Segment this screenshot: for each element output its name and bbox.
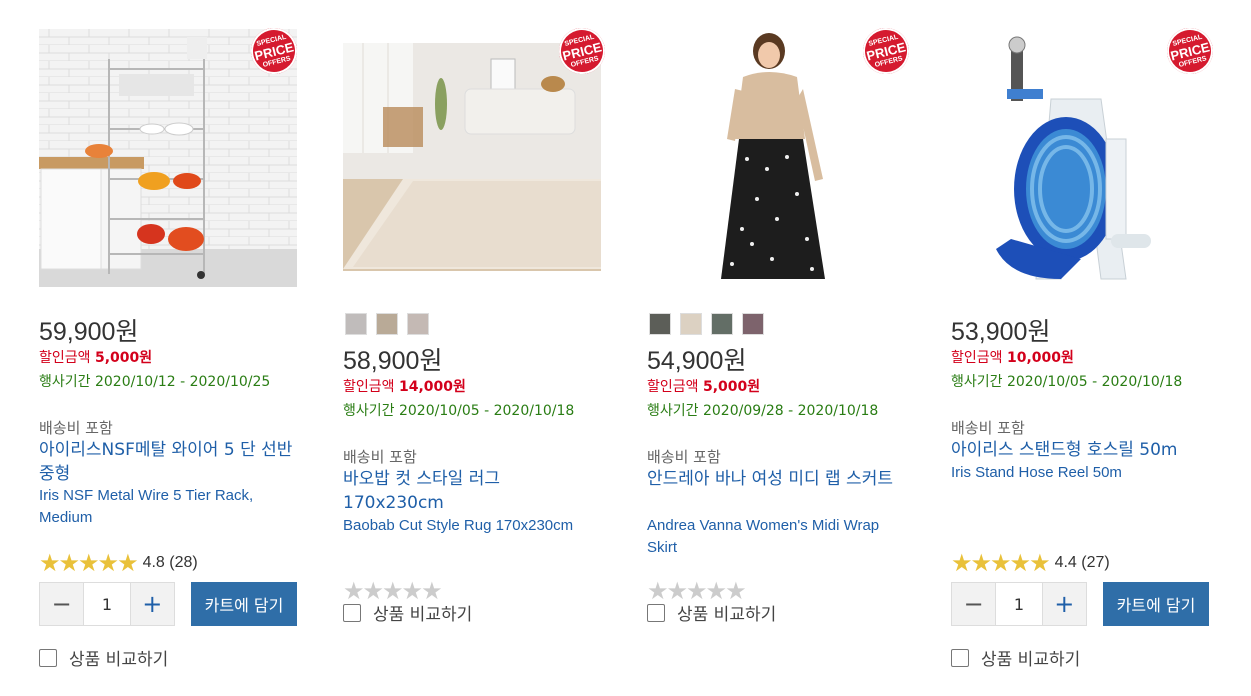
increase-quantity-button[interactable]: + bbox=[1042, 583, 1086, 625]
discount-amount: 할인금액 5,000원 bbox=[647, 376, 760, 396]
discount-label: 할인금액 bbox=[39, 350, 91, 366]
color-swatch[interactable] bbox=[345, 313, 367, 335]
quantity-stepper: − 1 + bbox=[39, 582, 175, 626]
star-rating-icon: ★★★★★ bbox=[39, 549, 139, 577]
product-price: 58,900원 bbox=[343, 347, 443, 375]
product-price: 59,900원 bbox=[39, 318, 139, 346]
product-name-english-link[interactable]: Baobab Cut Style Rug 170x230cm bbox=[343, 515, 598, 537]
product-name-korean-link[interactable]: 바오밥 컷 스타일 러그 170x230cm bbox=[343, 467, 543, 515]
compare-product[interactable]: 상품 비교하기 bbox=[647, 600, 776, 625]
product-image-hose-reel[interactable] bbox=[951, 29, 1209, 287]
compare-label: 상품 비교하기 bbox=[373, 605, 473, 625]
product-name-korean-link[interactable]: 아이리스 스탠드형 호스릴 50m bbox=[951, 438, 1206, 462]
color-swatches bbox=[649, 313, 764, 335]
product-image-skirt[interactable] bbox=[647, 29, 905, 287]
shipping-included: 배송비 포함 bbox=[951, 419, 1025, 437]
rating-score: 4.4 (27) bbox=[1054, 554, 1110, 571]
product-card: SPECIAL PRICE OFFERS 54,900원 할인금액 5,000원… bbox=[647, 0, 914, 696]
color-swatch[interactable] bbox=[680, 313, 702, 335]
color-swatch[interactable] bbox=[376, 313, 398, 335]
discount-amount: 할인금액 10,000원 bbox=[951, 347, 1074, 367]
color-swatch[interactable] bbox=[649, 313, 671, 335]
product-name-english-link[interactable]: Iris Stand Hose Reel 50m bbox=[951, 462, 1206, 484]
discount-label: 할인금액 bbox=[951, 350, 1003, 366]
compare-checkbox[interactable] bbox=[647, 603, 665, 622]
color-swatches bbox=[345, 313, 429, 335]
product-name-korean-link[interactable]: 아이리스NSF메탈 와이어 5 단 선반 중형 bbox=[39, 438, 294, 486]
product-card: SPECIAL PRICE OFFERS 59,900원 할인금액 5,000원… bbox=[39, 0, 302, 696]
product-rating[interactable]: ★★★★★ 4.4 (27) bbox=[951, 549, 1110, 577]
compare-product[interactable]: 상품 비교하기 bbox=[343, 600, 472, 625]
compare-checkbox[interactable] bbox=[343, 603, 361, 622]
quantity-input[interactable]: 1 bbox=[995, 583, 1043, 625]
increase-quantity-button[interactable]: + bbox=[130, 583, 174, 625]
discount-value: 14,000원 bbox=[398, 379, 466, 395]
star-rating-icon: ★★★★★ bbox=[951, 549, 1051, 577]
product-image-rug[interactable] bbox=[343, 29, 601, 287]
discount-amount: 할인금액 5,000원 bbox=[39, 347, 152, 367]
compare-label: 상품 비교하기 bbox=[677, 605, 777, 625]
compare-product[interactable]: 상품 비교하기 bbox=[39, 645, 168, 670]
color-swatch[interactable] bbox=[742, 313, 764, 335]
add-to-cart-button[interactable]: 카트에 담기 bbox=[1103, 582, 1209, 626]
product-card: SPECIAL PRICE OFFERS 58,900원 할인금액 14,000… bbox=[343, 0, 610, 696]
decrease-quantity-button[interactable]: − bbox=[952, 583, 996, 625]
discount-value: 5,000원 bbox=[94, 350, 153, 366]
promotion-period: 행사기간 2020/10/05 - 2020/10/18 bbox=[951, 374, 1183, 390]
shipping-included: 배송비 포함 bbox=[343, 448, 417, 466]
color-swatch[interactable] bbox=[711, 313, 733, 335]
add-to-cart-button[interactable]: 카트에 담기 bbox=[191, 582, 297, 626]
compare-checkbox[interactable] bbox=[951, 648, 969, 667]
decrease-quantity-button[interactable]: − bbox=[40, 583, 84, 625]
discount-value: 5,000원 bbox=[702, 379, 761, 395]
discount-label: 할인금액 bbox=[647, 379, 699, 395]
shipping-included: 배송비 포함 bbox=[39, 419, 113, 437]
product-card: SPECIAL PRICE OFFERS 53,900원 할인금액 10,000… bbox=[951, 0, 1218, 696]
product-price: 53,900원 bbox=[951, 318, 1051, 346]
product-rating[interactable]: ★★★★★ 4.8 (28) bbox=[39, 549, 198, 577]
compare-label: 상품 비교하기 bbox=[69, 650, 169, 670]
promotion-period: 행사기간 2020/09/28 - 2020/10/18 bbox=[647, 403, 879, 419]
quantity-input[interactable]: 1 bbox=[83, 583, 131, 625]
compare-product[interactable]: 상품 비교하기 bbox=[951, 645, 1080, 670]
color-swatch[interactable] bbox=[407, 313, 429, 335]
discount-label: 할인금액 bbox=[343, 379, 395, 395]
promotion-period: 행사기간 2020/10/05 - 2020/10/18 bbox=[343, 403, 575, 419]
discount-value: 10,000원 bbox=[1006, 350, 1074, 366]
compare-label: 상품 비교하기 bbox=[981, 650, 1081, 670]
product-name-english-link[interactable]: Iris NSF Metal Wire 5 Tier Rack, Medium bbox=[39, 485, 294, 529]
product-name-korean-link[interactable]: 안드레아 바나 여성 미디 랩 스커트 bbox=[647, 467, 897, 491]
product-price: 54,900원 bbox=[647, 347, 747, 375]
rating-score: 4.8 (28) bbox=[142, 554, 198, 571]
compare-checkbox[interactable] bbox=[39, 648, 57, 667]
promotion-period: 행사기간 2020/10/12 - 2020/10/25 bbox=[39, 374, 271, 390]
discount-amount: 할인금액 14,000원 bbox=[343, 376, 466, 396]
product-name-english-link[interactable]: Andrea Vanna Women's Midi Wrap Skirt bbox=[647, 515, 902, 559]
shipping-included: 배송비 포함 bbox=[647, 448, 721, 466]
quantity-stepper: − 1 + bbox=[951, 582, 1087, 626]
